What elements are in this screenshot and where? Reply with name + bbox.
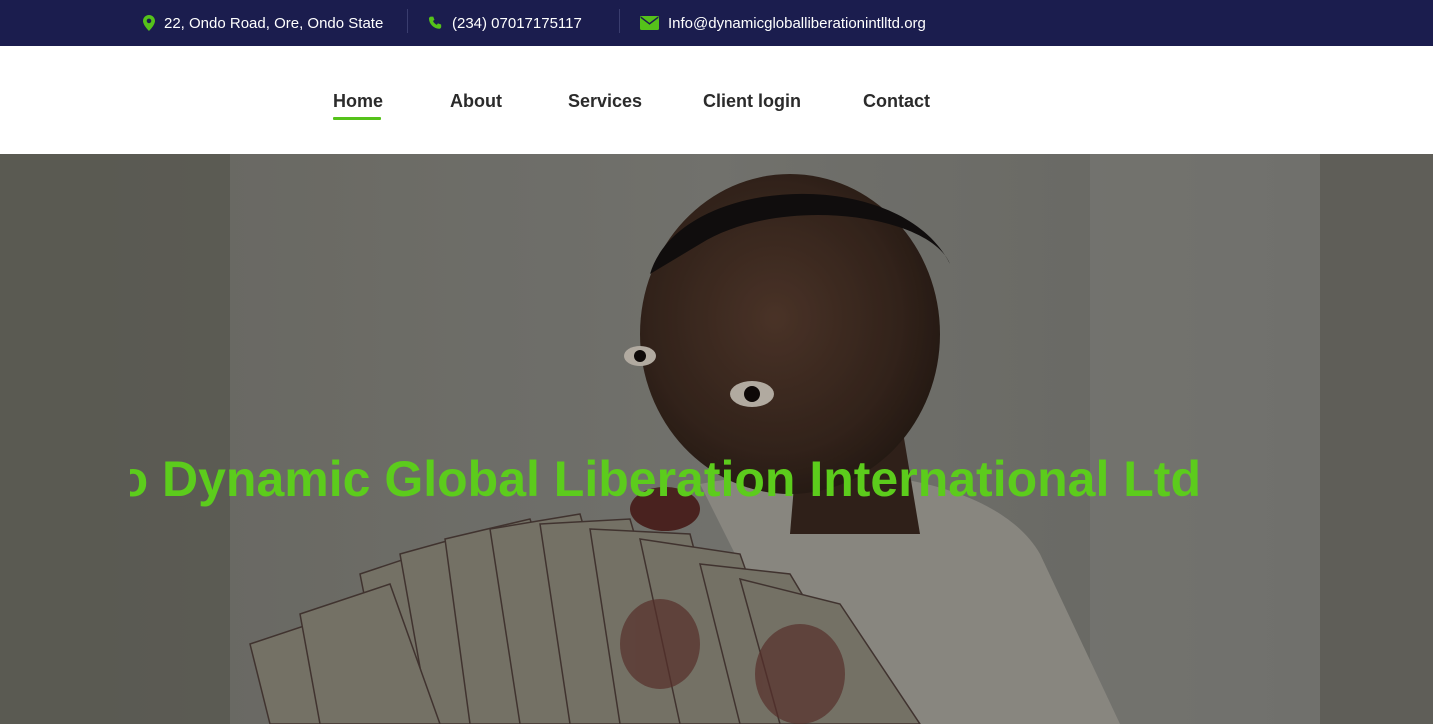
- nav-contact[interactable]: Contact: [863, 91, 930, 112]
- top-info-bar: 22, Ondo Road, Ore, Ondo State (234) 070…: [0, 0, 1433, 46]
- hero-banner: Welcome To Dynamic Global Liberation Int…: [0, 154, 1433, 724]
- topbar-divider: [619, 9, 620, 33]
- nav-client-login[interactable]: Client login: [703, 91, 801, 112]
- envelope-icon: [640, 16, 659, 30]
- address-info: 22, Ondo Road, Ore, Ondo State: [143, 0, 383, 46]
- hero-background-image: [0, 154, 1433, 724]
- nav-about[interactable]: About: [450, 91, 502, 112]
- email-info[interactable]: Info@dynamicgloballiberationintlltd.org: [640, 0, 926, 46]
- nav-home[interactable]: Home: [333, 91, 383, 112]
- map-marker-icon: [143, 15, 155, 31]
- nav-active-indicator: [333, 117, 381, 120]
- address-text: 22, Ondo Road, Ore, Ondo State: [164, 14, 384, 32]
- email-text[interactable]: Info@dynamicgloballiberationintlltd.org: [668, 15, 926, 32]
- hero-title-container: Welcome To Dynamic Global Liberation Int…: [130, 444, 1201, 514]
- topbar-divider: [407, 9, 408, 33]
- phone-icon: [428, 16, 443, 31]
- nav-services[interactable]: Services: [568, 91, 642, 112]
- phone-info[interactable]: (234) 07017175117: [428, 0, 582, 46]
- main-nav: Home About Services Client login Contact: [0, 46, 1433, 154]
- hero-title: Welcome To Dynamic Global Liberation Int…: [130, 451, 1201, 507]
- phone-text[interactable]: (234) 07017175117: [452, 15, 582, 32]
